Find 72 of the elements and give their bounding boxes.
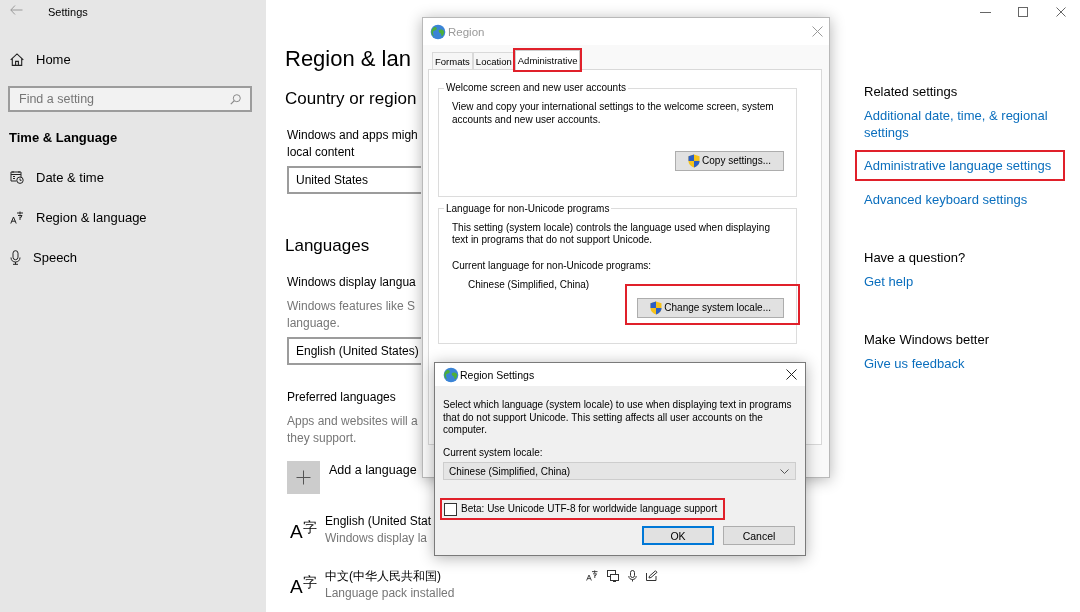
- language-name: 中文(中华人民共和国): [325, 567, 441, 585]
- microphone-icon: [628, 569, 637, 582]
- nav-item[interactable]: Speech: [0, 237, 78, 277]
- settings-link[interactable]: Get help: [864, 272, 914, 290]
- calendar-clock-icon: [10, 170, 24, 184]
- home-nav-item[interactable]: Home: [0, 39, 71, 79]
- dialog-title: Region Settings: [460, 368, 535, 381]
- handwriting-icon: [646, 570, 658, 581]
- admin-button[interactable]: Change system locale...: [637, 297, 784, 318]
- nav-item[interactable]: Date & time: [0, 157, 104, 197]
- section-heading: Languages: [285, 235, 370, 257]
- section-heading: Have a question?: [864, 248, 966, 266]
- description-text: Select which language (system locale) to use when displaying text in programs that do not support Unicode. This setting affects all user accounts on the computer.: [443, 399, 793, 437]
- language-icon: [586, 570, 598, 581]
- shield-icon: [688, 153, 701, 168]
- search-icon: [230, 93, 241, 105]
- setting-label: Preferred languages: [286, 388, 396, 406]
- settings-link[interactable]: Additional date, time, & regional settings: [864, 106, 1066, 141]
- description-text: Windows features like S language.: [286, 297, 416, 332]
- locale-dropdown[interactable]: Chinese (Simplified, China): [443, 462, 796, 480]
- language-glyph: A$^{字}$: [290, 520, 318, 543]
- admin-button[interactable]: Copy settings...: [675, 150, 784, 171]
- setting-label: Windows display langua: [286, 273, 416, 291]
- section-heading: Related settings: [864, 82, 958, 100]
- microphone-icon: [10, 249, 21, 265]
- tab[interactable]: Location: [472, 52, 515, 69]
- plus-icon: [287, 461, 320, 494]
- chevron-down-icon: [780, 468, 789, 474]
- description-text: Apps and websites will a they support.: [286, 412, 418, 447]
- close-icon[interactable]: [786, 369, 797, 380]
- country-dropdown[interactable]: United States: [287, 166, 421, 194]
- globe-icon: [443, 366, 459, 383]
- language-name: English (United Stat: [325, 512, 432, 530]
- add-language-button[interactable]: Add a language: [287, 461, 417, 494]
- globe-icon: [430, 23, 446, 40]
- description-text: This setting (system locale) controls the language used when displaying text in programs that do not support Unicode.: [452, 221, 771, 247]
- tab[interactable]: Administrative: [514, 50, 581, 70]
- window-title: Settings: [48, 5, 88, 19]
- settings-link[interactable]: Advanced keyboard settings: [864, 190, 1028, 208]
- language-detail: Windows display la: [325, 529, 428, 547]
- home-icon: [10, 52, 24, 66]
- maximize-icon: [1018, 7, 1028, 17]
- description-text: Windows and apps migh local content: [286, 126, 418, 161]
- locale-value: Chinese (Simplified, China): [468, 278, 590, 291]
- group-title: Welcome screen and new user accounts: [445, 82, 627, 94]
- group-title: Language for non-Unicode programs: [445, 202, 611, 215]
- language-detail: Language pack installed: [325, 584, 455, 602]
- settings-link[interactable]: Administrative language settings: [864, 157, 1052, 174]
- back-arrow-icon[interactable]: [10, 5, 23, 15]
- section-heading: Time & Language: [8, 129, 118, 147]
- setting-label: Current language for non-Unicode programs:: [452, 259, 652, 272]
- display-language-dropdown[interactable]: English (United States): [287, 337, 421, 365]
- section-heading: Make Windows better: [864, 330, 989, 348]
- language-glyph: A$^{字}$: [290, 575, 318, 598]
- dialog-button[interactable]: OK: [642, 526, 714, 545]
- section-heading: Country or region: [285, 88, 417, 110]
- display-icon: [607, 569, 619, 582]
- description-text: View and copy your international settings to the welcome screen, system accounts and new user accounts.: [452, 101, 775, 126]
- settings-link[interactable]: Give us feedback: [864, 354, 965, 372]
- close-icon: [1056, 7, 1066, 17]
- minimize-icon: [979, 11, 991, 13]
- shield-icon: [650, 300, 663, 315]
- page-title: Region & lan: [285, 45, 411, 73]
- field-label: Current system locale:: [443, 445, 543, 459]
- dialog-title: Region: [448, 25, 485, 38]
- language-icon: [10, 210, 24, 224]
- checkbox-label[interactable]: Beta: Use Unicode UTF-8 for worldwide language support: [461, 501, 718, 517]
- search-field[interactable]: Find a setting: [8, 86, 252, 112]
- checkbox[interactable]: [444, 502, 457, 516]
- nav-item[interactable]: Region & language: [0, 197, 147, 237]
- tab[interactable]: Formats: [432, 52, 473, 69]
- dialog-button[interactable]: Cancel: [723, 526, 795, 545]
